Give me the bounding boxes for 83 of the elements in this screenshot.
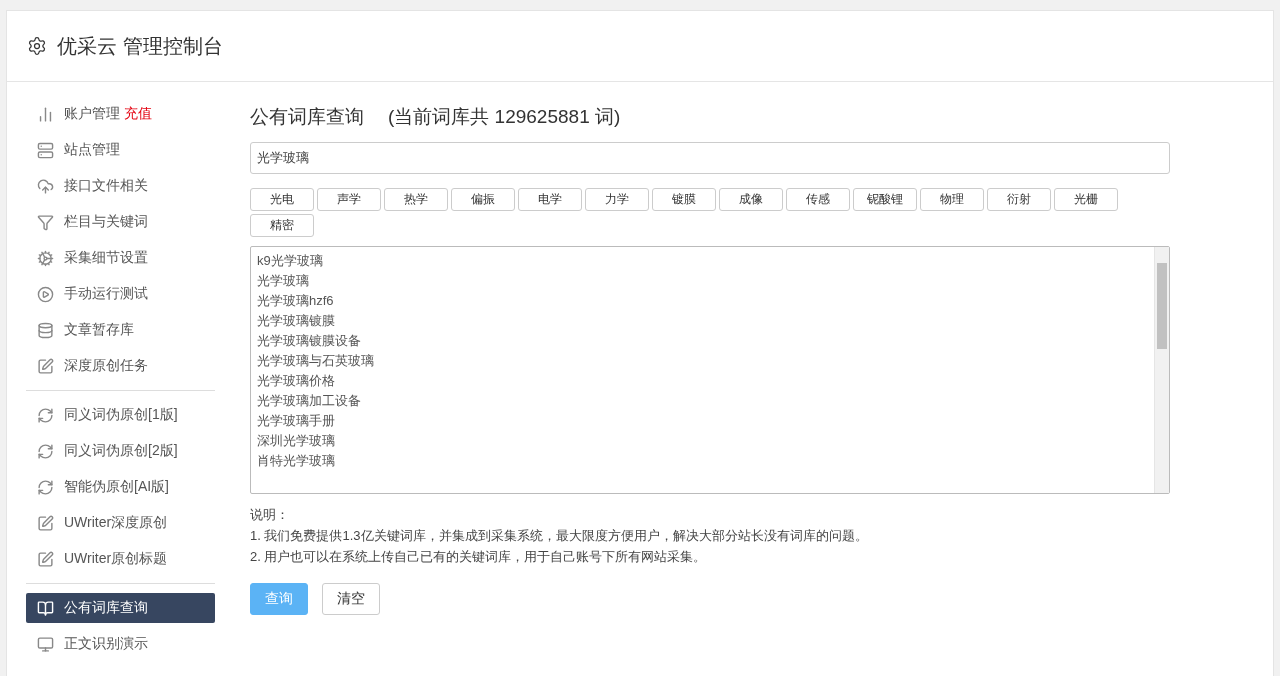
result-item[interactable]: k9光学玻璃 [257,251,1148,271]
tag-button[interactable]: 声学 [317,188,381,211]
sidebar-item[interactable]: UWriter深度原创 [26,508,215,538]
result-item[interactable]: 光学玻璃镀膜 [257,311,1148,331]
play-icon [37,285,54,303]
bar-chart-icon [37,105,54,123]
tag-button[interactable]: 铌酸锂 [853,188,917,211]
sidebar-item[interactable]: 正文识别演示 [26,629,215,659]
console-title: 优采云 管理控制台 [57,33,223,59]
sidebar-label: UWriter原创标题 [64,550,168,568]
monitor-icon [37,635,54,653]
sidebar-item[interactable]: 文章暂存库 [26,315,215,345]
result-item[interactable]: 肖特光学玻璃 [257,451,1148,471]
clear-button[interactable]: 清空 [322,583,380,615]
sidebar-item[interactable]: 公有词库查询 [26,593,215,623]
result-item[interactable]: 光学玻璃手册 [257,411,1148,431]
edit-icon [37,357,54,375]
tag-button[interactable]: 光电 [250,188,314,211]
result-item[interactable]: 光学玻璃hzf6 [257,291,1148,311]
sidebar-label: UWriter深度原创 [64,514,168,532]
tag-button[interactable]: 光栅 [1054,188,1118,211]
sidebar-item[interactable]: 深度原创任务 [26,351,215,381]
recharge-link[interactable]: 充值 [123,105,152,121]
refresh-icon [37,478,54,496]
results-list[interactable]: k9光学玻璃 光学玻璃 光学玻璃hzf6 光学玻璃镀膜 光学玻璃镀膜设备 光学玻璃与石英玻璃 光学玻璃价格 光学玻璃加工设备 光学玻璃手册 深圳光学玻璃 肖特光学玻璃 [250,246,1170,494]
sidebar-item[interactable]: 站点管理 [26,135,215,165]
sidebar-label: 接口文件相关 [64,177,148,195]
result-item[interactable]: 光学玻璃镀膜设备 [257,331,1148,351]
server-icon [37,141,54,159]
sidebar-label: 正文识别演示 [64,635,148,653]
notes-heading: 说明： [250,506,290,523]
settings-icon [27,36,47,56]
sidebar-label: 深度原创任务 [64,357,148,375]
search-field[interactable]: 光学玻璃 [250,142,1170,174]
sidebar-label: 账户管理 充值 [64,105,152,123]
tag-button[interactable]: 电学 [518,188,582,211]
sidebar-label: 智能伪原创[AI版] [64,478,169,496]
sidebar-label: 文章暂存库 [64,321,134,339]
sidebar-item[interactable]: 同义词伪原创[1版] [26,400,215,430]
sidebar-item[interactable]: 账户管理 充值 [26,99,215,129]
tag-button[interactable]: 精密 [250,214,314,237]
sidebar-label: 同义词伪原创[1版] [64,406,178,424]
tag-button[interactable]: 物理 [920,188,984,211]
result-item[interactable]: 光学玻璃与石英玻璃 [257,351,1148,371]
refresh-icon [37,442,54,460]
sidebar-label: 站点管理 [64,141,120,159]
sidebar-label: 栏目与关键词 [64,213,148,231]
tag-button[interactable]: 传感 [786,188,850,211]
word-count: (当前词库共 129625881 词) [388,105,621,129]
result-item[interactable]: 光学玻璃加工设备 [257,391,1148,411]
tag-button[interactable]: 偏振 [451,188,515,211]
edit-icon [37,514,54,532]
tag-button[interactable]: 衍射 [987,188,1051,211]
note-text: 1. 我们免费提供1.3亿关键词库，并集成到采集系统，最大限度方便用户，解决大部分站长没有词库的问题。 [250,527,869,544]
sidebar-label: 公有词库查询 [64,599,148,617]
scrollbar[interactable] [1154,247,1169,493]
scroll-thumb[interactable] [1157,263,1167,349]
result-item[interactable]: 光学玻璃价格 [257,371,1148,391]
tag-button[interactable]: 镀膜 [652,188,716,211]
cloud-upload-icon [37,177,54,195]
sidebar-item[interactable]: 智能伪原创[AI版] [26,472,215,502]
sidebar-item[interactable]: 接口文件相关 [26,171,215,201]
tag-button[interactable]: 热学 [384,188,448,211]
sidebar-label: 手动运行测试 [64,285,148,303]
edit-icon [37,550,54,568]
sidebar-item[interactable]: 采集细节设置 [26,243,215,273]
note-text: 2. 用户也可以在系统上传自己已有的关键词库，用于自己账号下所有网站采集。 [250,548,708,565]
tag-button[interactable]: 成像 [719,188,783,211]
result-item[interactable]: 光学玻璃 [257,271,1148,291]
sidebar-label: 同义词伪原创[2版] [64,442,178,460]
result-item[interactable]: 深圳光学玻璃 [257,431,1148,451]
sidebar-label: 采集细节设置 [64,249,148,267]
database-icon [37,321,54,339]
sidebar-item[interactable]: UWriter原创标题 [26,544,215,574]
page-title: 公有词库查询 [250,105,364,129]
gear-icon [37,249,54,267]
filter-icon [37,213,54,231]
sidebar-item[interactable]: 手动运行测试 [26,279,215,309]
refresh-icon [37,406,54,424]
tag-button[interactable]: 力学 [585,188,649,211]
book-icon [37,599,54,617]
sidebar-item[interactable]: 同义词伪原创[2版] [26,436,215,466]
sidebar-item[interactable]: 栏目与关键词 [26,207,215,237]
